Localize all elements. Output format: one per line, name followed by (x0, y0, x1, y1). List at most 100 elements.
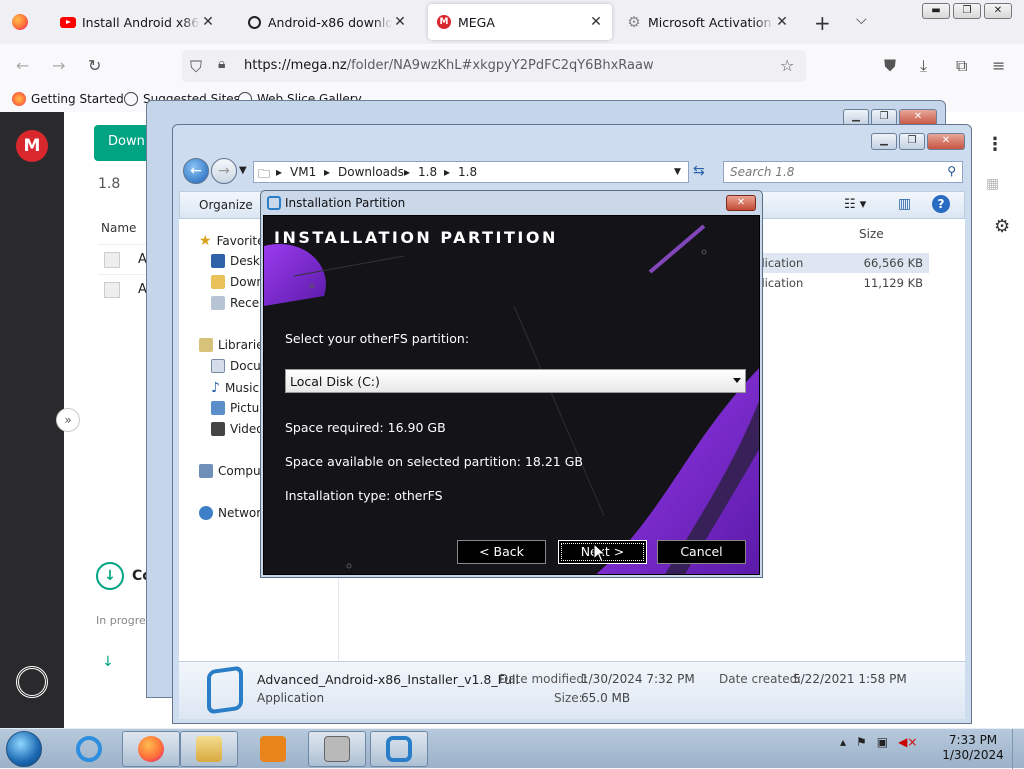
space-available-text: Space available on selected partition: 1… (285, 454, 583, 469)
transfer-manager-icon[interactable] (16, 666, 48, 698)
nav-label: Music (224, 381, 260, 395)
mega-logo[interactable]: M (16, 130, 48, 162)
address-bar[interactable]: 🗀 ▸ VM1 ▸ Downloads ▸ 1.8 ▸ 1.8 ▼ (253, 161, 689, 183)
bookmark-star-icon[interactable]: ☆ (780, 56, 794, 75)
settings-gear-icon[interactable]: ⚙ (994, 216, 1010, 237)
forward-button[interactable]: → (211, 158, 237, 184)
nav-music[interactable]: ♪ Music (211, 380, 259, 396)
tab-title: Microsoft Activation Scrip (648, 14, 774, 30)
chevron-down-icon[interactable] (733, 378, 741, 383)
nav-network[interactable]: Network (199, 506, 268, 520)
breadcrumb-downloads[interactable]: Downloads (338, 165, 404, 179)
close-window-icon[interactable]: ✕ (927, 133, 965, 150)
date-created-label: Date created: (719, 672, 802, 686)
taskbar-android-installer[interactable] (370, 731, 428, 767)
chevron-down-icon[interactable]: ▼ (674, 167, 681, 177)
breadcrumb-1-8[interactable]: 1.8 (418, 165, 437, 179)
close-tab-icon[interactable]: ✕ (588, 14, 604, 30)
youtube-icon (60, 14, 76, 30)
close-tab-icon[interactable]: ✕ (392, 14, 408, 30)
view-options-icon[interactable]: ☷ ▾ (844, 197, 866, 212)
desktop-icon (211, 254, 225, 268)
minimize-icon[interactable]: ▁ (871, 133, 897, 150)
start-button[interactable] (6, 731, 42, 767)
window-controls: ▬ ❐ ✕ (922, 3, 1012, 19)
download-icon[interactable]: ⤓ (920, 56, 927, 76)
installation-partition-dialog[interactable]: Installation Partition ✕ INSTALLATION PA… (260, 190, 763, 578)
url-text[interactable]: https://mega.nz/folder/NA9wzKhL#xkgpyY2P… (244, 58, 654, 73)
installer-app-icon (267, 196, 281, 210)
taskbar-explorer[interactable] (180, 731, 238, 767)
minimize-icon[interactable]: ▬ (922, 3, 950, 19)
file-row[interactable]: Application 11,129 KB (735, 273, 929, 293)
bookmark-getting-started[interactable]: Getting Started (12, 92, 124, 106)
mega-icon: M (436, 14, 452, 30)
extensions-icon[interactable]: ⧉ (956, 56, 967, 76)
download-complete-icon: ↓ (96, 562, 124, 590)
new-tab-icon[interactable]: + (814, 11, 831, 35)
expand-sidebar-icon[interactable]: » (56, 408, 80, 432)
taskbar-media-player[interactable] (244, 731, 302, 767)
file-icon (104, 252, 120, 268)
url-bar[interactable]: ⛉ 🔒︎ https://mega.nz/folder/NA9wzKhL#xkg… (182, 50, 806, 82)
back-arrow-icon[interactable]: ← (16, 56, 29, 75)
dialog-close-icon[interactable]: ✕ (726, 195, 756, 211)
volume-muted-icon[interactable]: ◀× (898, 735, 917, 749)
clock[interactable]: 7:33 PM 1/30/2024 (938, 733, 1008, 763)
pocket-icon[interactable]: ⛊ (884, 56, 896, 76)
back-button[interactable]: < Back (457, 540, 546, 564)
pictures-icon (211, 401, 225, 415)
breadcrumb-1-8-current[interactable]: 1.8 (458, 165, 477, 179)
column-header-name[interactable]: Name (101, 221, 136, 235)
tab-android-x86[interactable]: Android-x86 download la ✕ (238, 4, 416, 40)
separator: ▸ (444, 165, 451, 179)
globe-icon (124, 92, 138, 106)
file-row[interactable]: Application 66,566 KB (735, 253, 929, 273)
tab-mega[interactable]: M MEGA ✕ (428, 4, 612, 40)
firefox-icon (12, 92, 26, 106)
close-tab-icon[interactable]: ✕ (200, 14, 216, 30)
show-hidden-icons-icon[interactable]: ▴ (840, 735, 846, 749)
back-button[interactable]: ← (183, 158, 209, 184)
separator: ▸ (404, 165, 411, 179)
preview-pane-icon[interactable]: ▥ (898, 196, 911, 212)
restore-icon[interactable]: ❐ (953, 3, 981, 19)
show-desktop-button[interactable] (1012, 729, 1024, 769)
taskbar-firefox[interactable] (122, 731, 180, 767)
ring-icon (246, 14, 262, 30)
recent-places-icon (211, 296, 225, 310)
taskbar-internet-explorer[interactable] (60, 731, 118, 767)
network-tray-icon[interactable]: ▣ (877, 735, 888, 749)
firefox-icon[interactable] (12, 14, 28, 30)
taskbar-installer-package[interactable] (308, 731, 366, 767)
chevron-down-icon[interactable]: ▼ (239, 165, 247, 176)
restore-icon[interactable]: ❐ (899, 133, 925, 150)
close-window-icon[interactable]: ✕ (984, 3, 1012, 19)
help-icon[interactable]: ? (932, 195, 950, 213)
partition-select[interactable]: Local Disk (C:) (285, 369, 746, 393)
chevron-down-icon[interactable]: ⌵ (856, 12, 867, 28)
search-icon[interactable]: ⚲ (947, 164, 956, 178)
search-input[interactable]: Search 1.8 ⚲ (723, 161, 963, 183)
column-header-size[interactable]: Size (859, 227, 884, 241)
grid-view-icon[interactable]: ▦ (986, 176, 999, 192)
tab-title: MEGA (458, 14, 495, 30)
reload-icon[interactable]: ↻ (88, 56, 101, 75)
folder-icon (196, 736, 222, 762)
organize-button[interactable]: Organize (199, 198, 253, 212)
forward-arrow-icon[interactable]: → (52, 56, 65, 75)
tab-microsoft-activation[interactable]: ⚙ Microsoft Activation Scrip ✕ (618, 4, 798, 40)
more-options-icon[interactable]: ⋮ (986, 134, 1004, 155)
download-arrow-icon: ↓ (102, 654, 114, 670)
menu-icon[interactable]: ≡ (992, 56, 1005, 75)
lock-icon[interactable]: 🔒︎ (218, 56, 225, 72)
cancel-button[interactable]: Cancel (657, 540, 746, 564)
shield-icon[interactable]: ⛉ (190, 57, 202, 77)
refresh-icon[interactable]: ⇆ (693, 163, 705, 179)
close-tab-icon[interactable]: ✕ (774, 14, 790, 30)
breadcrumb-vm1[interactable]: VM1 (290, 165, 316, 179)
tab-youtube[interactable]: Install Android x86 On PC ✕ (52, 4, 224, 40)
url-domain: https://mega.nz (244, 58, 347, 73)
details-pane: Advanced_Android-x86_Installer_v1.8_Full… (179, 661, 965, 719)
action-center-flag-icon[interactable]: ⚑ (856, 735, 867, 749)
